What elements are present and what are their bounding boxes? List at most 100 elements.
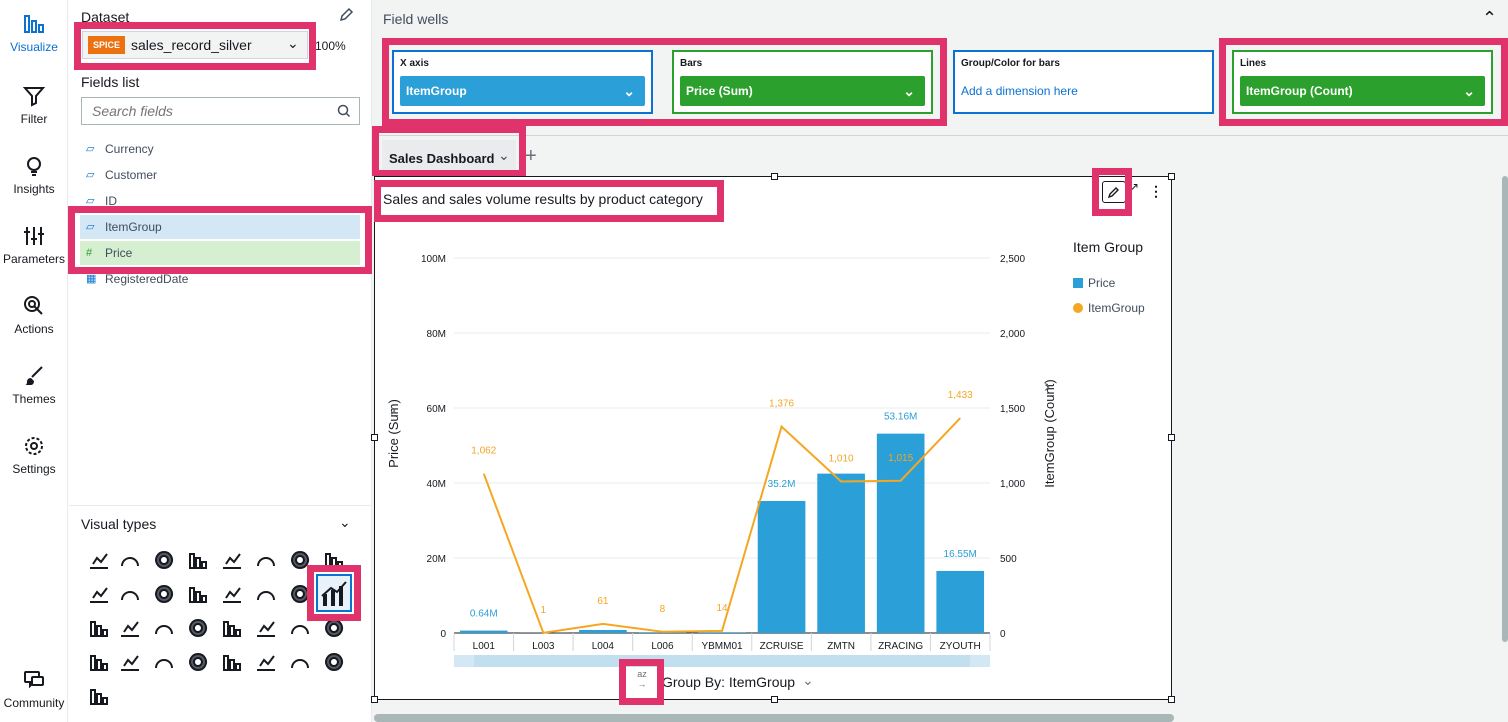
field-label: ItemGroup [105,220,162,234]
stacked-vertical-icon[interactable] [87,582,111,606]
nav-visualize[interactable]: Visualize [0,12,68,54]
field-item-customer[interactable]: ▱ Customer [80,163,360,187]
radar-icon[interactable] [220,650,244,674]
lines-field-pill[interactable]: ItemGroup (Count) ⌄ [1240,76,1485,106]
sankey-icon[interactable] [118,650,142,674]
tab-label: Sales Dashboard [389,151,495,166]
y-tick-label: 60M [427,404,446,415]
chevron-down-icon[interactable]: ⌄ [802,672,814,689]
well-x-axis[interactable]: X axis ItemGroup ⌄ [392,50,653,114]
horizontal-scrollbar[interactable] [374,714,1174,722]
search-input[interactable] [82,98,332,124]
chevron-down-icon: ⌄ [287,35,299,51]
scatter-icon[interactable] [288,616,312,640]
vertical-scrollbar[interactable] [1502,176,1508,642]
dimension-icon: ▱ [86,143,95,155]
group-by-label[interactable]: Group By: ItemGroup [662,674,795,690]
boxplot-icon[interactable] [118,616,142,640]
field-item-price[interactable]: # Price [80,241,360,265]
nav-settings[interactable]: Settings [0,434,68,476]
field-item-registereddate[interactable]: ▦ RegisteredDate [80,267,360,291]
line-icon[interactable] [220,582,244,606]
x-axis-field-pill[interactable]: ItemGroup ⌄ [400,76,645,106]
well-title: Bars [680,58,703,69]
percent-horizontal-icon[interactable] [186,582,210,606]
well-title: Lines [1240,58,1267,69]
sort-text: az [637,669,647,679]
chevron-up-icon[interactable]: ⌃ [1482,8,1497,29]
treemap-icon[interactable] [254,616,278,640]
insight-bulb-icon[interactable] [254,650,278,674]
line-data-label: 1 [541,605,547,616]
y2-tick-label: 2,500 [1000,254,1025,265]
y2-tick-label: 500 [1000,554,1017,565]
well-title: X axis [400,58,429,69]
sort-az-icon[interactable]: az → [631,669,653,689]
field-item-itemgroup[interactable]: ▱ ItemGroup [80,215,360,239]
insight-icon[interactable] [118,548,142,572]
map-icon[interactable] [152,650,176,674]
well-lines[interactable]: Lines ItemGroup (Count) ⌄ [1232,50,1493,114]
nav-actions[interactable]: Actions [0,294,68,336]
nav-insights[interactable]: Insights [0,154,68,196]
stacked-bar-icon[interactable] [322,548,346,572]
pie-icon[interactable] [220,548,244,572]
bar-data-label: 16.55M [944,549,977,560]
stacked-horizontal-icon[interactable] [118,582,142,606]
nav-label: Community [3,696,65,710]
add-dimension-link[interactable]: Add a dimension here [961,84,1078,98]
pivot-icon[interactable] [186,616,210,640]
y2-tick-label: 1,000 [1000,479,1025,490]
donut-icon[interactable] [186,548,210,572]
add-sheet-button[interactable]: + [525,145,537,168]
funnel-icon[interactable] [87,650,111,674]
nav-label: Insights [13,182,55,196]
chevron-down-icon[interactable]: ⌄ [339,514,351,531]
nav-themes[interactable]: Themes [0,364,68,406]
text-box-icon[interactable] [87,684,111,708]
heatmap-icon[interactable] [152,616,176,640]
nav-parameters[interactable]: Parameters [0,224,68,266]
stacked-area-icon[interactable] [288,582,312,606]
nav-community[interactable]: Community [0,668,68,710]
horizontal-bar-icon[interactable] [254,548,278,572]
legend-title: Item Group [1073,239,1143,255]
bars-field-pill[interactable]: Price (Sum) ⌄ [680,76,925,106]
search-icon[interactable] [337,104,351,118]
parameters-icon [24,227,44,245]
kpi-icon[interactable] [87,548,111,572]
search-field-box[interactable] [81,97,360,125]
tab-sales-dashboard[interactable]: Sales Dashboard ⌄ [382,140,516,174]
vertical-bar-icon[interactable] [288,548,312,572]
combo-chart-selected[interactable] [316,574,352,612]
field-item-currency[interactable]: ▱ Currency [80,137,360,161]
y-tick-label: 20M [427,554,446,565]
nav-filter[interactable]: Filter [0,84,68,126]
x-tick-label: ZRACING [878,641,923,652]
line-data-label: 14 [716,603,728,614]
wordcloud-icon[interactable] [288,650,312,674]
y-tick-label: 100M [421,254,446,265]
dataset-title: Dataset [81,9,130,25]
nav-label: Themes [12,392,56,406]
pencil-icon[interactable] [338,7,354,23]
filled-map-icon[interactable] [186,650,210,674]
dataset-select[interactable]: SPICE sales_record_silver ⌄ [82,31,308,59]
chevron-down-icon: ⌄ [1463,83,1475,99]
community-icon [24,671,44,689]
area-icon[interactable] [254,582,278,606]
histogram-icon[interactable] [322,616,346,640]
well-bars[interactable]: Bars Price (Sum) ⌄ [672,50,933,114]
well-group-color[interactable]: Group/Color for bars Add a dimension her… [953,50,1214,114]
chevron-right-icon: › [1044,376,1050,396]
line-data-label: 1,015 [888,453,913,464]
custom-visual-icon[interactable] [322,650,346,674]
y2-tick-label: 2,000 [1000,329,1025,340]
gauge-icon[interactable] [152,548,176,572]
percent-vertical-icon[interactable] [152,582,176,606]
waterfall-icon[interactable] [87,616,111,640]
visualize-icon [24,15,44,33]
table-icon[interactable] [220,616,244,640]
bar-data-label: 0.64M [470,609,498,620]
field-item-id[interactable]: ▱ ID [80,189,360,213]
